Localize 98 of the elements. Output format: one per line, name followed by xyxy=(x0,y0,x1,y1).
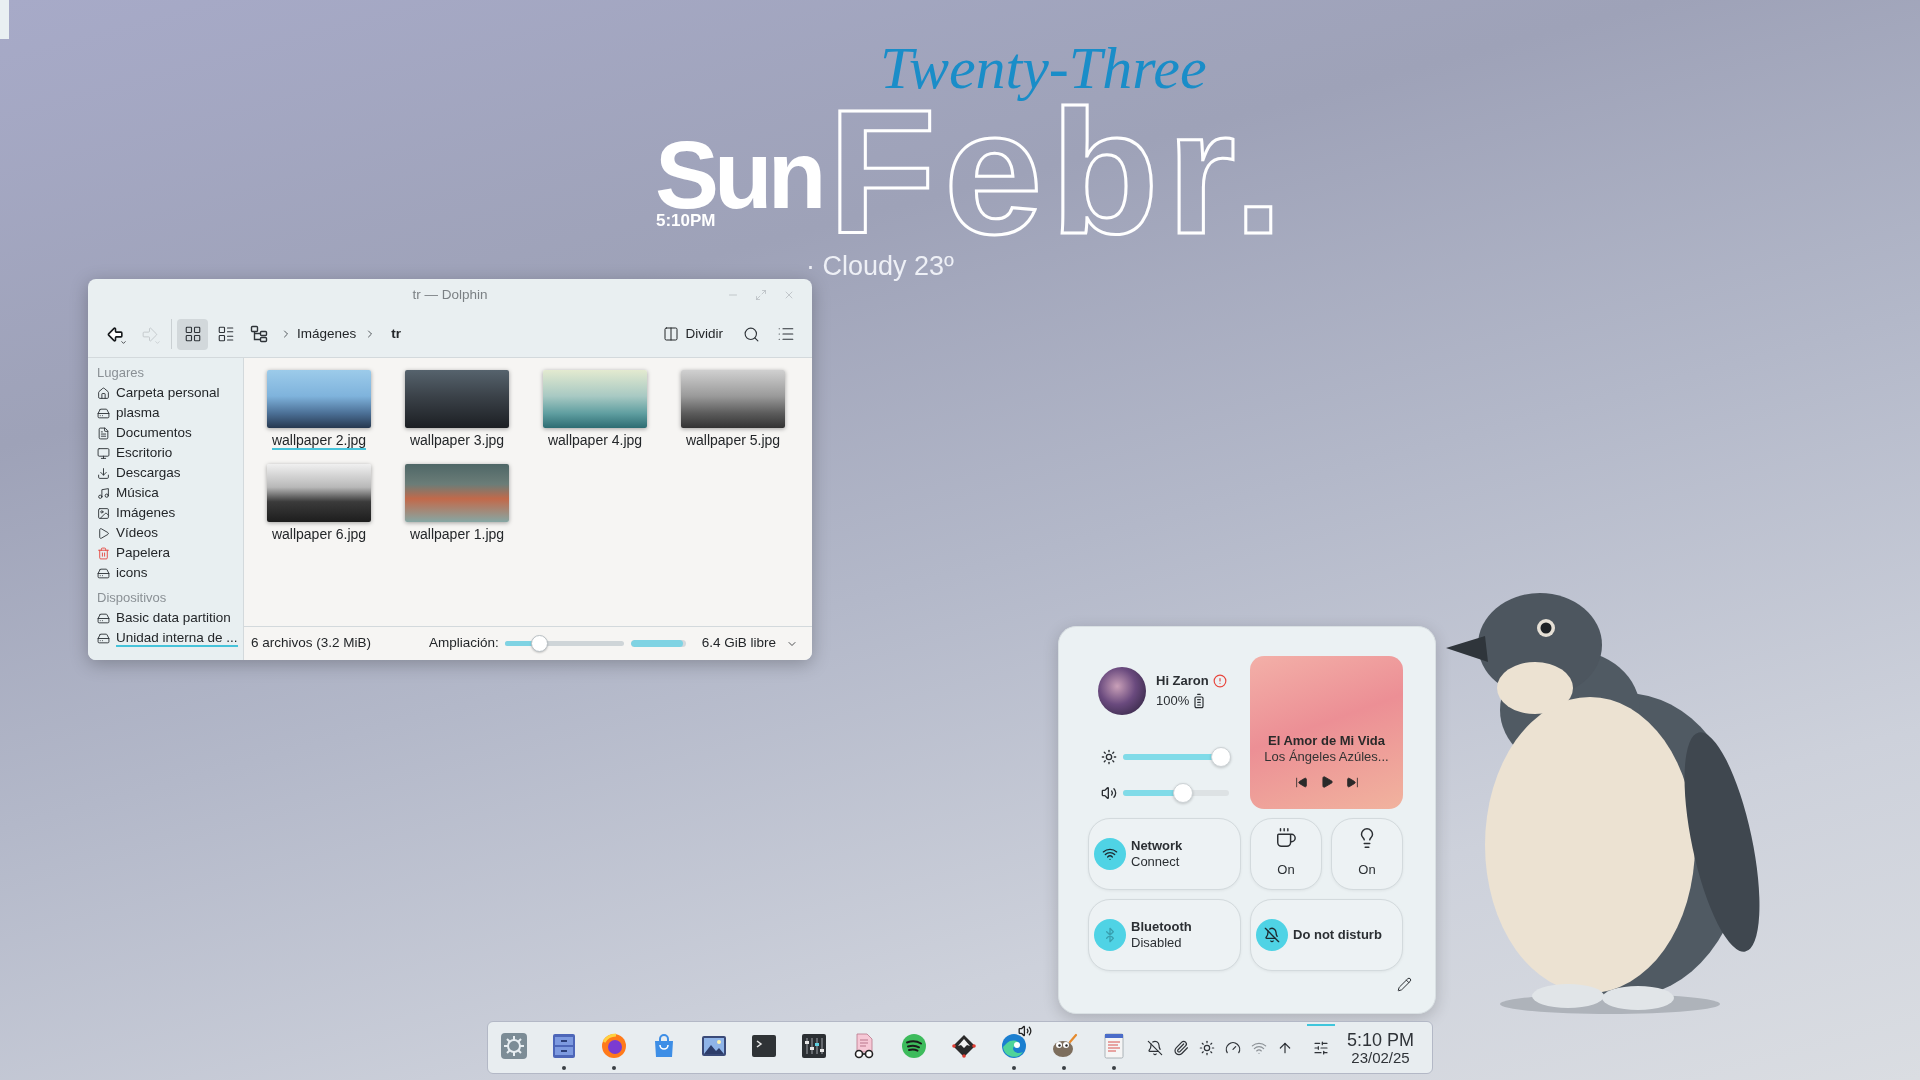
skip-forward-icon[interactable] xyxy=(1345,775,1359,789)
sidebar-item[interactable]: Música xyxy=(116,484,159,502)
sliders-icon[interactable] xyxy=(1313,1039,1329,1056)
zoom-label: Ampliación: xyxy=(428,634,499,653)
sidebar-item[interactable]: Documentos xyxy=(116,424,192,442)
list-view-icon xyxy=(216,325,235,343)
brightness-icon[interactable] xyxy=(1199,1039,1215,1056)
caret-icon xyxy=(120,339,127,346)
clock-time: 5:10PM xyxy=(656,213,716,229)
bluetooth-tile[interactable]: Bluetooth Disabled xyxy=(1088,899,1241,971)
slider-handle[interactable] xyxy=(1210,747,1231,767)
sidebar-item[interactable]: Vídeos xyxy=(116,524,159,542)
search-icon xyxy=(742,325,760,343)
status-summary: 6 archivos (3.2 MiB) xyxy=(251,634,372,653)
caret-icon xyxy=(154,339,161,346)
clock-date[interactable]: 23/02/25 xyxy=(1351,1049,1410,1066)
music-note-icon xyxy=(97,486,110,500)
drive-icon xyxy=(97,566,110,580)
bell-off-icon[interactable] xyxy=(1147,1039,1163,1056)
gauge-icon[interactable] xyxy=(1225,1039,1241,1056)
battery-percent: 100% xyxy=(1156,693,1190,709)
circle-waves-icon[interactable] xyxy=(900,1031,928,1060)
mixer-sliders-icon[interactable] xyxy=(800,1031,828,1060)
photo-placeholder[interactable] xyxy=(267,464,371,522)
section-heading: Lugares xyxy=(97,364,144,382)
play-icon[interactable] xyxy=(1319,775,1334,789)
app-launcher-icon[interactable] xyxy=(500,1031,528,1060)
paperclip-icon[interactable] xyxy=(1173,1039,1189,1056)
breadcrumb-item[interactable]: Imágenes xyxy=(297,323,357,345)
panel-edge xyxy=(0,0,9,39)
split-view-icon xyxy=(663,326,680,342)
track-title: El Amor de Mi Vida xyxy=(1268,733,1385,749)
section-heading: Dispositivos xyxy=(97,589,167,607)
drive-icon xyxy=(97,611,110,625)
sidebar-item[interactable]: Escritorio xyxy=(116,444,173,462)
greeting-text: Hi Zaron xyxy=(1156,673,1209,689)
picture-icon xyxy=(97,506,110,520)
bluetooth-icon xyxy=(1094,919,1126,951)
coffee-cup-icon xyxy=(1275,827,1297,849)
view-mode-button[interactable] xyxy=(177,318,208,350)
file-cabinet-icon[interactable] xyxy=(550,1031,578,1060)
monitor-icon xyxy=(97,446,110,460)
download-icon xyxy=(97,466,110,480)
day-words: Twenty-Three xyxy=(880,36,1207,100)
file-name[interactable]: wallpaper 6.jpg xyxy=(271,527,367,544)
brightness-slider[interactable] xyxy=(1123,747,1229,767)
mascot-brush-icon[interactable] xyxy=(1050,1031,1078,1060)
sidebar-item[interactable]: Papelera xyxy=(116,544,171,562)
volume-slider[interactable] xyxy=(1123,783,1229,803)
caffeine-tile[interactable]: On xyxy=(1250,818,1322,890)
sidebar-item[interactable]: Carpeta personal xyxy=(116,384,220,402)
breadcrumb-item[interactable]: tr xyxy=(391,323,402,345)
slider-handle[interactable] xyxy=(530,635,548,652)
grid-view-icon xyxy=(183,325,202,343)
alert-icon[interactable] xyxy=(1212,674,1227,688)
drive-icon xyxy=(97,631,110,645)
sidebar-item[interactable]: plasma xyxy=(116,404,160,422)
play-icon xyxy=(97,526,110,540)
home-icon xyxy=(97,386,110,400)
light-tile[interactable]: On xyxy=(1331,818,1403,890)
slider-handle[interactable] xyxy=(1173,783,1194,803)
window-title: tr — Dolphin xyxy=(412,285,488,304)
do-not-disturb-tile[interactable]: Do not disturb xyxy=(1250,899,1403,971)
month-name: Febr. xyxy=(828,104,1291,240)
network-tile[interactable]: Network Connect xyxy=(1088,818,1241,890)
sidebar-item[interactable]: Unidad interna de ... xyxy=(116,629,238,647)
file-name[interactable]: wallpaper 5.jpg xyxy=(685,433,781,450)
zoom-slider[interactable] xyxy=(504,635,624,652)
file-name[interactable]: wallpaper 1.jpg xyxy=(409,527,505,544)
trash-icon xyxy=(97,546,110,560)
drive-icon xyxy=(97,406,110,420)
clock-time[interactable]: 5:10 PM xyxy=(1347,1029,1415,1050)
sidebar-item[interactable]: Descargas xyxy=(116,464,181,482)
browser-icon[interactable] xyxy=(600,1031,628,1060)
split-button[interactable]: Dividir xyxy=(657,319,729,349)
day-name: Sun xyxy=(655,139,822,211)
file-name[interactable]: wallpaper 4.jpg xyxy=(547,433,643,450)
photo-placeholder[interactable] xyxy=(681,370,785,428)
free-space-label: 6.4 GiB libre xyxy=(701,634,776,653)
sidebar-item[interactable]: icons xyxy=(116,564,148,582)
brightness-icon xyxy=(1101,749,1117,765)
tree-view-icon xyxy=(249,325,268,343)
avatar-placeholder xyxy=(1098,667,1146,715)
speaker-icon xyxy=(1101,785,1117,801)
document-icon xyxy=(97,426,110,440)
file-name[interactable]: wallpaper 3.jpg xyxy=(409,433,505,450)
skip-back-icon[interactable] xyxy=(1294,775,1308,789)
menu-icon xyxy=(777,325,795,343)
file-name[interactable]: wallpaper 2.jpg xyxy=(271,433,367,450)
track-artist: Los Ángeles Azúles... xyxy=(1264,749,1389,765)
wifi-icon xyxy=(1094,838,1126,870)
sidebar-item[interactable]: Basic data partition xyxy=(116,609,231,627)
pencil-icon[interactable] xyxy=(1397,977,1412,992)
sidebar-item[interactable]: Imágenes xyxy=(116,504,176,522)
photo-placeholder[interactable] xyxy=(267,370,371,428)
weather-text: · Cloudy 23º xyxy=(806,251,954,281)
swirl-globe-icon[interactable] xyxy=(1000,1031,1028,1060)
bell-off-icon xyxy=(1256,919,1288,951)
